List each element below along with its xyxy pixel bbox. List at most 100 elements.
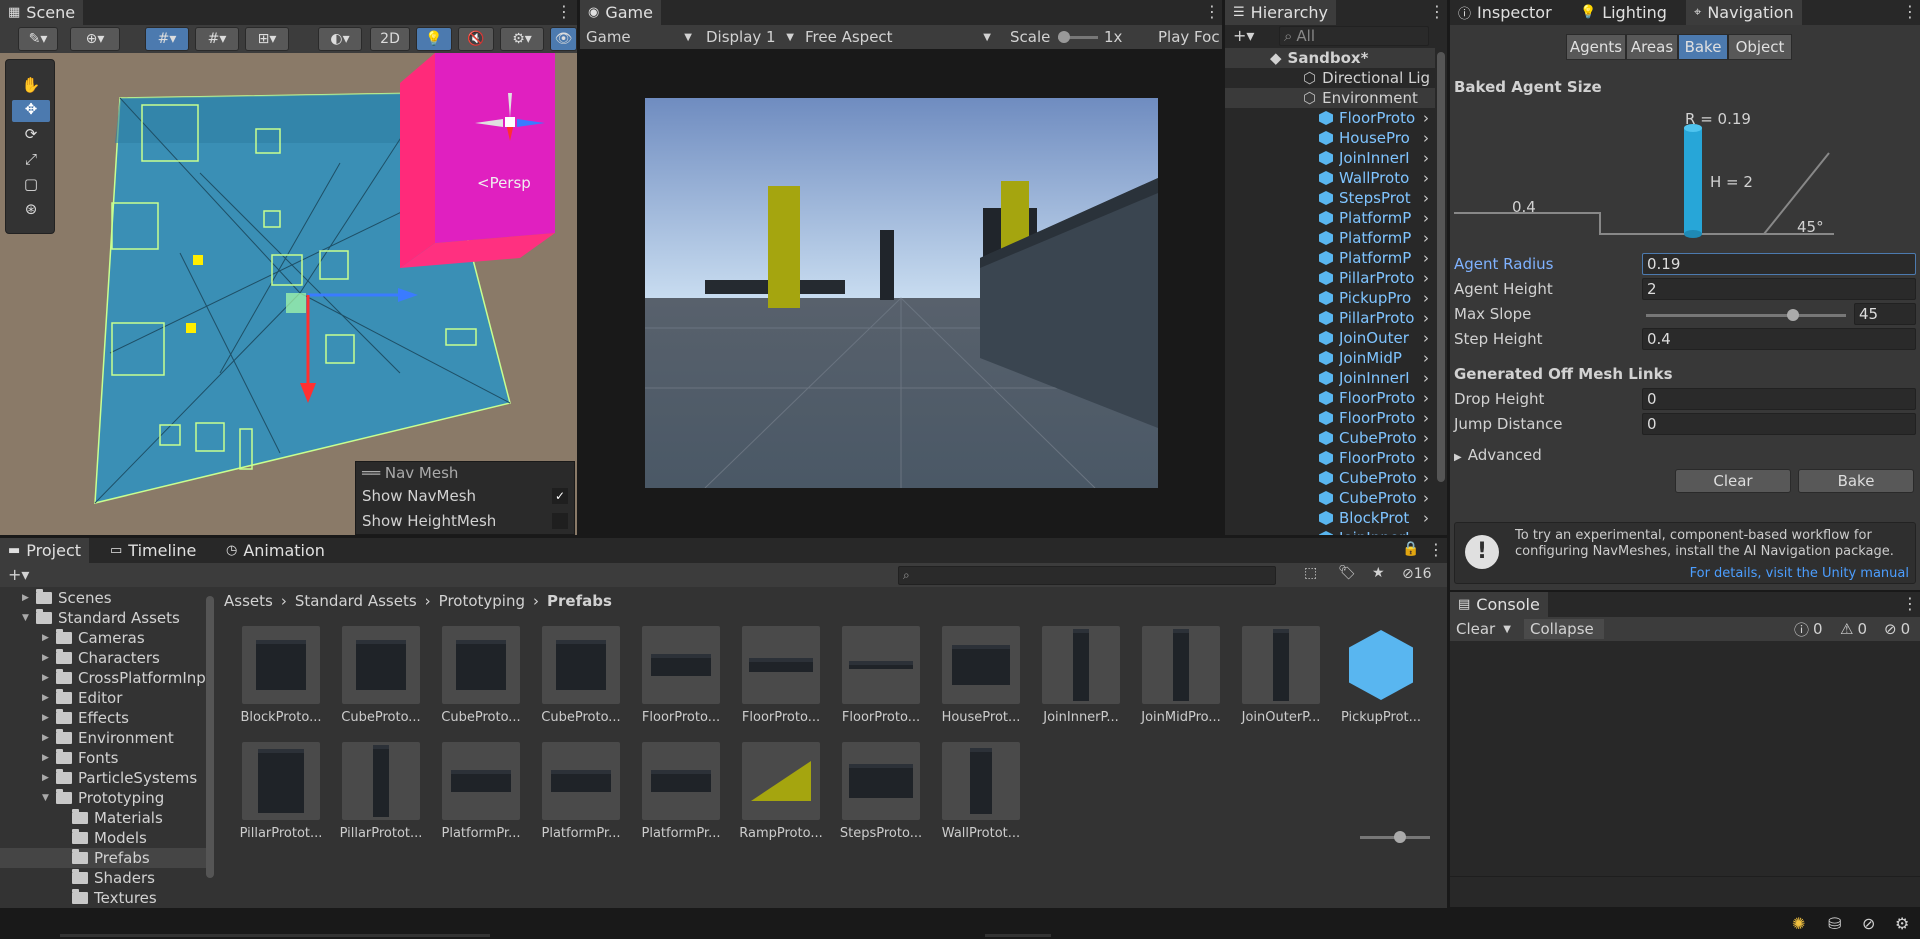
asset-tile[interactable]: BlockProto... <box>235 626 327 725</box>
segment-agents[interactable]: Agents <box>1566 34 1626 60</box>
segment-bake[interactable]: Bake <box>1678 34 1728 60</box>
hierarchy-prefab-row[interactable]: PickupPro › <box>1225 288 1435 308</box>
hierarchy-prefab-row[interactable]: JoinInnerI› <box>1225 148 1435 168</box>
drop-height-field[interactable]: 0 <box>1642 388 1916 410</box>
foldout-arrow-icon[interactable]: ▶ <box>42 693 56 703</box>
asset-tile[interactable]: PickupProt... <box>1335 626 1427 725</box>
chevron-right-icon[interactable]: › <box>1423 129 1429 147</box>
folder-tree-item[interactable]: ▼ Standard Assets <box>0 608 206 628</box>
hierarchy-prefab-row[interactable]: FloorProto › <box>1225 388 1435 408</box>
project-search-input[interactable]: ⌕ <box>898 566 1276 585</box>
toggle-2d-button[interactable]: 2D <box>370 27 410 51</box>
project-add-button[interactable]: +▾ <box>8 565 29 584</box>
display-dropdown[interactable]: Display 1 ▼ <box>706 27 798 47</box>
rect-tool-icon[interactable]: ▢ <box>12 175 50 197</box>
tab-hierarchy[interactable]: ☰ Hierarchy <box>1225 0 1336 25</box>
hierarchy-item[interactable]: ⬡ Environment <box>1225 88 1435 108</box>
asset-tile[interactable]: PlatformPr... <box>635 742 727 841</box>
hierarchy-prefab-row[interactable]: JoinMidP › <box>1225 348 1435 368</box>
hierarchy-prefab-row[interactable]: PillarProto › <box>1225 308 1435 328</box>
tree-scrollbar[interactable] <box>206 596 214 878</box>
hierarchy-prefab-row[interactable]: BlockProt › <box>1225 508 1435 528</box>
breadcrumb-item[interactable]: Assets <box>224 592 273 610</box>
segment-areas[interactable]: Areas <box>1626 34 1678 60</box>
folder-tree-item[interactable]: ▶ Characters <box>0 648 206 668</box>
project-menu-icon[interactable]: ⋮ <box>1428 540 1444 559</box>
folder-tree-item[interactable]: ▶ Effects <box>0 708 206 728</box>
hierarchy-search-input[interactable]: ⌕ All <box>1279 26 1429 46</box>
asset-tile[interactable]: RampProto... <box>735 742 827 841</box>
asset-tile[interactable]: CubeProto... <box>335 626 427 725</box>
asset-tile[interactable]: StepsProto... <box>835 742 927 841</box>
console-menu-icon[interactable]: ⋮ <box>1902 594 1918 613</box>
hierarchy-prefab-row[interactable]: CubeProto › <box>1225 468 1435 488</box>
folder-tree-item[interactable]: ▼ Prototyping <box>0 788 206 808</box>
network-icon[interactable]: ⊘ <box>1862 914 1875 933</box>
folder-tree-item[interactable]: ▶ Fonts <box>0 748 206 768</box>
asset-tile[interactable]: CubeProto... <box>535 626 627 725</box>
chevron-right-icon[interactable]: › <box>1423 169 1429 187</box>
hand-tool-icon[interactable]: ✋ <box>12 76 50 98</box>
foldout-arrow-icon[interactable]: ▼ <box>42 793 56 803</box>
hierarchy-prefab-row[interactable]: HousePro › <box>1225 128 1435 148</box>
advanced-foldout[interactable]: ▶ Advanced <box>1454 446 1542 464</box>
breadcrumb-item[interactable]: Standard Assets <box>295 592 417 610</box>
foldout-arrow-icon[interactable]: ▶ <box>42 733 56 743</box>
audio-toggle-icon[interactable]: 🔇 <box>458 27 494 51</box>
tab-lighting[interactable]: 💡 Lighting <box>1572 0 1675 25</box>
hidden-packages-button[interactable]: ⊘16 <box>1402 566 1432 582</box>
grid-snap-button[interactable]: #▾ <box>145 27 189 51</box>
asset-tile[interactable]: JoinMidPro... <box>1135 626 1227 725</box>
agent-height-field[interactable]: 2 <box>1642 278 1916 300</box>
chevron-right-icon[interactable]: › <box>1423 189 1429 207</box>
scene-viewport[interactable]: ✋ ✥ ⟳ ⤢ ▢ ⊛ <Persp ══ Nav Mesh Show NavM… <box>0 53 577 535</box>
hierarchy-prefab-row[interactable]: JoinOuter › <box>1225 328 1435 348</box>
max-slope-field[interactable]: 45 <box>1854 303 1916 325</box>
folder-tree-item[interactable]: Models <box>0 828 206 848</box>
tab-console[interactable]: ▤ Console <box>1450 592 1548 617</box>
hierarchy-prefab-row[interactable]: JoinInnerI› <box>1225 528 1435 535</box>
visibility-toggle-icon[interactable]: 👁 <box>550 27 577 51</box>
foldout-arrow-icon[interactable]: ▶ <box>22 593 36 603</box>
bake-button[interactable]: Bake <box>1798 469 1914 493</box>
foldout-arrow-icon[interactable]: ▶ <box>42 753 56 763</box>
chevron-right-icon[interactable]: › <box>1423 489 1429 507</box>
grid-button[interactable]: #▾ <box>195 27 239 51</box>
tab-project[interactable]: ▬ Project <box>0 538 90 563</box>
foldout-arrow-icon[interactable]: ▶ <box>42 713 56 723</box>
foldout-arrow-icon[interactable]: ▶ <box>42 653 56 663</box>
asset-tile[interactable]: PillarProtot... <box>335 742 427 841</box>
folder-tree-item[interactable]: ▶ Cameras <box>0 628 206 648</box>
asset-tile[interactable]: JoinInnerP... <box>1035 626 1127 725</box>
drag-handle-icon[interactable]: ══ <box>362 464 385 482</box>
persp-label[interactable]: <Persp <box>477 174 531 192</box>
asset-tile[interactable]: PlatformPr... <box>435 742 527 841</box>
thumbnail-size-slider[interactable] <box>1360 831 1430 843</box>
chevron-right-icon[interactable]: › <box>1423 249 1429 267</box>
info-link[interactable]: For details, visit the Unity manual <box>1690 566 1909 581</box>
folder-tree-item[interactable]: ▶ Scenes <box>0 588 206 608</box>
asset-tile[interactable]: JoinOuterP... <box>1235 626 1327 725</box>
folder-tree-item[interactable]: Textures <box>0 888 206 908</box>
chevron-right-icon[interactable]: › <box>1423 449 1429 467</box>
chevron-right-icon[interactable]: › <box>1423 209 1429 227</box>
console-clear-button[interactable]: Clear ▼ <box>1456 619 1516 639</box>
filter-type-icon[interactable]: ⬚ <box>1304 565 1317 581</box>
console-info-count[interactable]: ⓘ 0 <box>1794 619 1834 639</box>
lock-icon[interactable]: 🔒 <box>1402 541 1419 557</box>
tab-navigation[interactable]: ⌖ Navigation <box>1686 0 1802 25</box>
lighting-toggle-icon[interactable]: 💡 <box>416 27 452 51</box>
folder-tree-item[interactable]: Materials <box>0 808 206 828</box>
chevron-right-icon[interactable]: › <box>1423 389 1429 407</box>
console-error-count[interactable]: ⊘ 0 <box>1884 619 1920 639</box>
draw-mode-button[interactable]: ✎▾ <box>18 27 58 51</box>
orientation-gizmo[interactable] <box>465 83 555 163</box>
lighting-status-icon[interactable]: ✺ <box>1792 914 1805 933</box>
asset-tile[interactable]: PlatformPr... <box>535 742 627 841</box>
folder-tree-item[interactable]: Shaders <box>0 868 206 888</box>
transform-tool-icon[interactable]: ⊛ <box>12 200 50 222</box>
hierarchy-item[interactable]: ⬡ Directional Lig <box>1225 68 1435 88</box>
hierarchy-prefab-row[interactable]: StepsProt › <box>1225 188 1435 208</box>
asset-tile[interactable]: FloorProto... <box>835 626 927 725</box>
effects-toggle-icon[interactable]: ⚙▾ <box>500 27 544 51</box>
